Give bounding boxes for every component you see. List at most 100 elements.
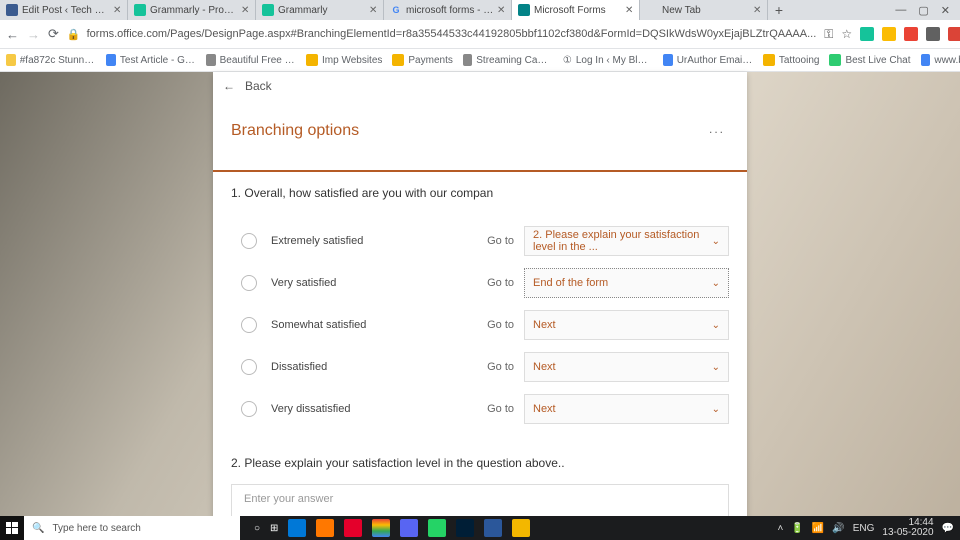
goto-select[interactable]: Next⌄ [524, 394, 729, 424]
close-icon[interactable]: ✕ [753, 5, 761, 16]
radio-icon[interactable] [241, 275, 257, 291]
language-indicator[interactable]: ENG [853, 523, 875, 534]
bookmark[interactable]: Test Article - Googl... [106, 54, 196, 66]
address-bar: ← → ⟳ 🔒forms.office.com/Pages/DesignPage… [0, 20, 960, 49]
radio-icon[interactable] [241, 401, 257, 417]
chrome-icon[interactable] [372, 519, 390, 537]
key-icon[interactable]: ⚿ [824, 27, 833, 42]
tab-5[interactable]: New Tab✕ [640, 0, 768, 20]
chevron-down-icon: ⌄ [712, 236, 720, 247]
opera-icon[interactable] [344, 519, 362, 537]
close-window-icon[interactable]: ✕ [941, 4, 950, 17]
minimize-icon[interactable]: — [895, 4, 906, 17]
reload-icon[interactable]: ⟳ [48, 26, 59, 42]
browser-tabs: Edit Post ‹ Tech Viral — Wor✕ Grammarly … [0, 0, 960, 20]
ext-icon[interactable] [882, 27, 896, 41]
bookmark[interactable]: Beautiful Free Imag... [206, 54, 296, 66]
question-2: 2. Please explain your satisfaction leve… [231, 456, 729, 470]
bookmark[interactable]: #fa872c Stunning F... [6, 54, 96, 66]
grammarly-icon[interactable] [860, 27, 874, 41]
bookmark[interactable]: Best Live Chat [829, 54, 910, 66]
close-icon[interactable]: ✕ [369, 5, 377, 16]
wifi-icon[interactable]: 📶 [812, 523, 824, 534]
bookmark[interactable]: UrAuthor Email - G... [663, 54, 753, 66]
lock-icon: 🔒 [67, 28, 81, 41]
ext-icon[interactable] [926, 27, 940, 41]
tab-1[interactable]: Grammarly - ProSeoTools_✕ [128, 0, 256, 20]
option-label: Very dissatisfied [271, 403, 487, 415]
start-button[interactable] [0, 516, 24, 540]
explorer-icon[interactable] [512, 519, 530, 537]
bookmark[interactable]: Streaming Camera |... [463, 54, 553, 66]
url-field[interactable]: 🔒forms.office.com/Pages/DesignPage.aspx#… [67, 28, 816, 41]
bookmarks-bar: #fa872c Stunning F... Test Article - Goo… [0, 49, 960, 72]
close-icon[interactable]: ✕ [241, 5, 249, 16]
goto-select[interactable]: Next⌄ [524, 352, 729, 382]
taskbar-apps: ○ ⊞ [254, 519, 530, 537]
bookmark[interactable]: ①Log In ‹ My Blog —... [563, 55, 653, 66]
goto-label: Go to [487, 361, 514, 373]
options-list: Extremely satisfied Go to 2. Please expl… [231, 220, 729, 430]
bookmark[interactable]: Payments [392, 54, 452, 66]
ext-icon[interactable] [904, 27, 918, 41]
bookmark[interactable]: www.bootnet.in - G... [921, 54, 960, 66]
goto-select[interactable]: End of the form⌄ [524, 268, 729, 298]
option-row: Dissatisfied Go to Next⌄ [231, 346, 729, 388]
task-view-icon[interactable]: ⊞ [270, 523, 278, 534]
tray-chevron-icon[interactable]: ˄ [778, 523, 784, 534]
branching-card: ← Back Branching options ... 1. Overall,… [213, 72, 747, 540]
photoshop-icon[interactable] [456, 519, 474, 537]
tab-0[interactable]: Edit Post ‹ Tech Viral — Wor✕ [0, 0, 128, 20]
bookmark[interactable]: Imp Websites [306, 54, 382, 66]
chevron-down-icon: ⌄ [712, 404, 720, 415]
more-menu[interactable]: ... [709, 122, 725, 136]
favicon [262, 4, 274, 16]
taskbar-search[interactable]: 🔍Type here to search [24, 516, 240, 540]
radio-icon[interactable] [241, 359, 257, 375]
app-icon[interactable] [400, 519, 418, 537]
forward-icon[interactable]: → [27, 27, 40, 42]
clock[interactable]: 14:4413-05-2020 [882, 518, 933, 538]
tab-3[interactable]: Gmicrosoft forms - Google Se✕ [384, 0, 512, 20]
goto-label: Go to [487, 235, 514, 247]
divider [213, 170, 747, 172]
question-1: 1. Overall, how satisfied are you with o… [231, 186, 729, 200]
window-controls: — ▢ ✕ [885, 4, 960, 17]
favicon: G [390, 4, 402, 16]
volume-icon[interactable]: 🔊 [832, 523, 844, 534]
favicon [518, 4, 530, 16]
toolbar-extensions: ⚿ ☆ ƒ ♪ V ⋮ [824, 26, 960, 42]
chevron-down-icon: ⌄ [712, 320, 720, 331]
word-icon[interactable] [484, 519, 502, 537]
battery-icon[interactable]: 🔋 [791, 523, 803, 534]
close-icon[interactable]: ✕ [497, 5, 505, 16]
back-button[interactable]: ← Back [213, 72, 747, 100]
close-icon[interactable]: ✕ [113, 5, 121, 16]
bookmark[interactable]: Tattooing [763, 54, 820, 66]
goto-select[interactable]: Next⌄ [524, 310, 729, 340]
tab-4[interactable]: Microsoft Forms✕ [512, 0, 640, 20]
whatsapp-icon[interactable] [428, 519, 446, 537]
option-label: Extremely satisfied [271, 235, 487, 247]
new-tab-button[interactable]: + [768, 2, 790, 18]
search-icon: 🔍 [32, 523, 44, 534]
cortana-icon[interactable]: ○ [254, 523, 260, 534]
maximize-icon[interactable]: ▢ [918, 4, 928, 17]
firefox-icon[interactable] [316, 519, 334, 537]
favicon [6, 4, 18, 16]
radio-icon[interactable] [241, 233, 257, 249]
option-row: Very satisfied Go to End of the form⌄ [231, 262, 729, 304]
tab-2[interactable]: Grammarly✕ [256, 0, 384, 20]
page-content: ← Back Branching options ... 1. Overall,… [0, 72, 960, 540]
goto-select[interactable]: 2. Please explain your satisfaction leve… [524, 226, 729, 256]
camera-icon[interactable] [948, 27, 960, 41]
taskbar: 🔍Type here to search ○ ⊞ ˄ 🔋 📶 🔊 ENG 14:… [0, 516, 960, 540]
chevron-down-icon: ⌄ [712, 278, 720, 289]
back-label: Back [245, 79, 272, 93]
radio-icon[interactable] [241, 317, 257, 333]
notifications-icon[interactable]: 💬 [942, 523, 954, 534]
edge-icon[interactable] [288, 519, 306, 537]
back-icon[interactable]: ← [6, 27, 19, 42]
close-icon[interactable]: ✕ [625, 5, 633, 16]
star-icon[interactable]: ☆ [841, 27, 852, 41]
